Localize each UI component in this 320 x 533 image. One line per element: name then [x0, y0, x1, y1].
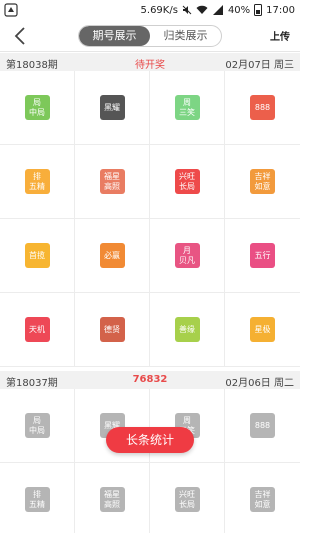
period-date: 02月07日 周三: [225, 60, 294, 71]
nav-bar: 期号展示 归类展示 上传: [0, 20, 300, 52]
grid-cell[interactable]: 天机: [0, 293, 75, 367]
tile-badge: 必赢: [99, 243, 125, 268]
tile-badge: 首揽: [24, 243, 50, 268]
grid-cell[interactable]: 吉祥 如意: [225, 145, 300, 219]
tile-badge: 兴旺 长局: [174, 487, 200, 512]
grid-cell[interactable]: 黑耀: [75, 71, 150, 145]
grid-cell[interactable]: 五行: [225, 219, 300, 293]
grid-cell[interactable]: 周 三笑: [150, 71, 225, 145]
tile-badge: 德贤: [99, 317, 125, 342]
grid-cell[interactable]: 吉祥 如意: [225, 463, 300, 533]
tile-badge: 排 五精: [24, 169, 50, 194]
back-arrow-icon[interactable]: [10, 24, 32, 48]
grid-cell[interactable]: 局 中局: [0, 389, 75, 463]
tile-grid: 局 中局 黑耀 周 三笑 888 排 五精 福星 高照 兴旺 长局 吉祥 如意首揽 必赢 月 贝凡…: [0, 71, 300, 367]
status-icons: 5.69K/s 40% 17:00: [141, 3, 295, 17]
tile-badge: 月 贝凡: [174, 243, 200, 268]
tile-grid: 局 中局黑耀周 三笑888排 五精福星 高照兴旺 长局吉祥 如意: [0, 389, 300, 533]
tile-badge: 局 中局: [24, 95, 50, 120]
grid-cell[interactable]: 888: [225, 389, 300, 463]
period-header: 第18038期 待开奖 02月07日 周三: [0, 53, 300, 71]
tile-badge: 黑耀: [99, 95, 125, 120]
tile-badge: 吉祥 如意: [250, 487, 275, 512]
grid-cell[interactable]: 排 五精: [0, 463, 75, 533]
tile-badge: 吉祥 如意: [250, 169, 275, 194]
grid-cell[interactable]: 月 贝凡: [150, 219, 225, 293]
grid-cell[interactable]: 兴旺 长局: [150, 145, 225, 219]
tile-badge: 福星 高照: [99, 169, 125, 194]
grid-cell[interactable]: 福星 高照: [75, 463, 150, 533]
long-stats-button[interactable]: 长条统计: [106, 427, 194, 453]
tile-badge: 888: [250, 95, 275, 120]
period-header: 第18037期 76832 02月06日 周二: [0, 371, 300, 389]
tile-badge: 排 五精: [24, 487, 50, 512]
tile-badge: 善缘: [174, 317, 200, 342]
tile-badge: 局 中局: [24, 413, 50, 438]
grid-cell[interactable]: 首揽: [0, 219, 75, 293]
upload-button[interactable]: 上传: [270, 28, 290, 43]
tile-badge: 兴旺 长局: [174, 169, 200, 194]
tab-period-view[interactable]: 期号展示: [79, 26, 150, 46]
period-date: 02月06日 周二: [225, 378, 294, 389]
tab-category-view[interactable]: 归类展示: [150, 26, 221, 46]
tile-badge: 888: [250, 413, 275, 438]
grid-cell[interactable]: 888: [225, 71, 300, 145]
battery-icon: [254, 4, 263, 16]
tile-badge: 星极: [250, 317, 275, 342]
grid-cell[interactable]: 福星 高照: [75, 145, 150, 219]
view-mode-toggle: 期号展示 归类展示: [78, 25, 222, 47]
grid-cell[interactable]: 兴旺 长局: [150, 463, 225, 533]
grid-cell[interactable]: 善缘: [150, 293, 225, 367]
grid-cell[interactable]: 德贤: [75, 293, 150, 367]
wifi-icon: [196, 5, 208, 14]
status-bar: 5.69K/s 40% 17:00: [0, 0, 300, 20]
battery-percent: 40%: [227, 4, 251, 16]
tile-badge: 周 三笑: [174, 95, 200, 120]
network-speed: 5.69K/s: [140, 4, 178, 16]
grid-cell[interactable]: 局 中局: [0, 71, 75, 145]
grid-cell[interactable]: 星极: [225, 293, 300, 367]
signal-icon: [212, 5, 223, 15]
tile-badge: 天机: [24, 317, 50, 342]
app-notification-icon: [4, 3, 18, 17]
grid-cell[interactable]: 必赢: [75, 219, 150, 293]
clock: 17:00: [266, 4, 295, 16]
mute-icon: [182, 5, 192, 15]
grid-cell[interactable]: 排 五精: [0, 145, 75, 219]
tile-badge: 福星 高照: [99, 487, 125, 512]
tile-badge: 五行: [250, 243, 275, 268]
